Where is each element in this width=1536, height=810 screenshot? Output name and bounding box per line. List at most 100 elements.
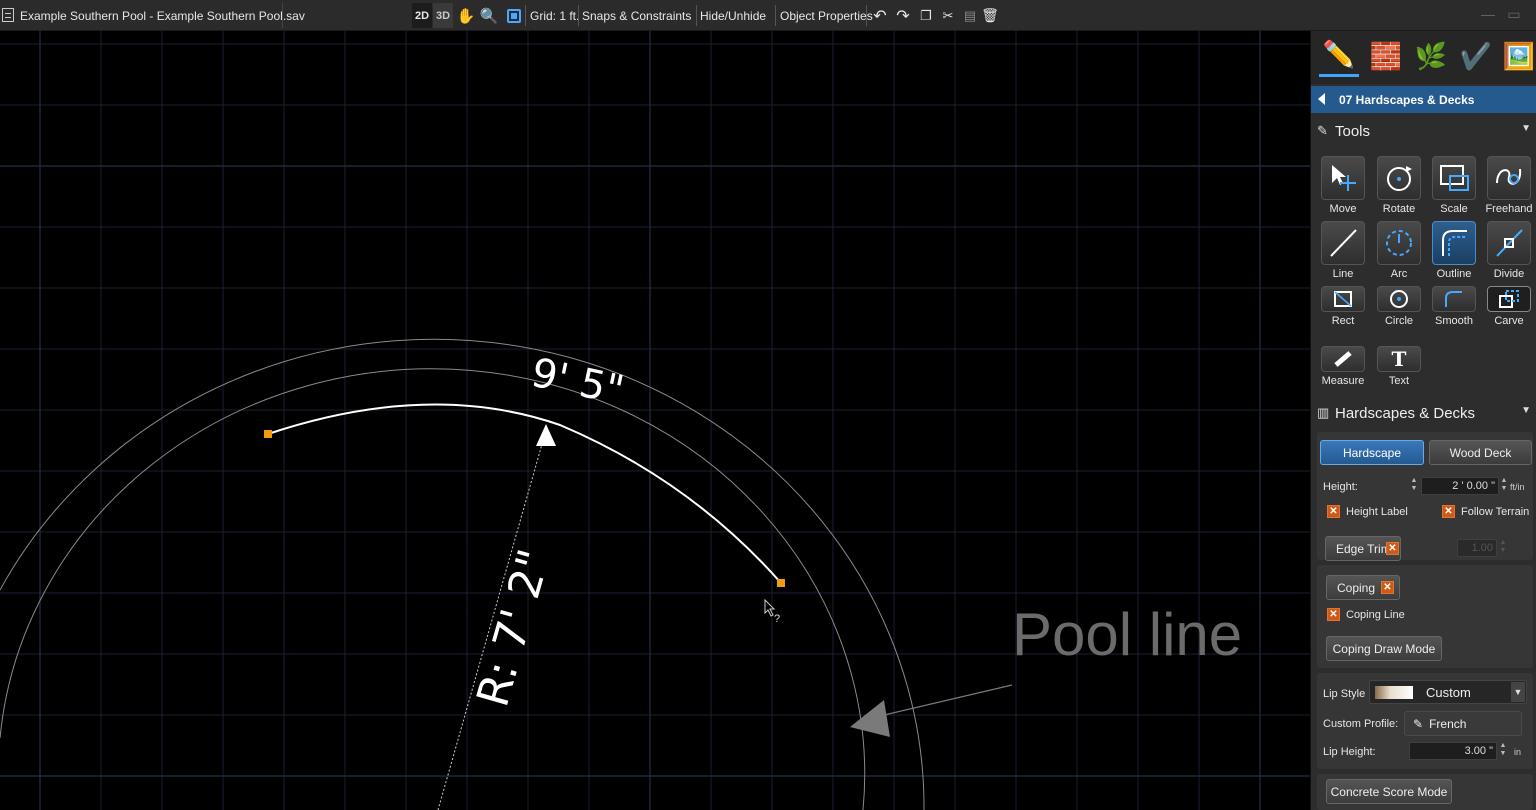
paste-icon[interactable]: ▤	[960, 3, 980, 28]
follow-terrain-text: Follow Terrain	[1461, 506, 1530, 518]
grid-button[interactable]: Grid: 1 ft.	[530, 3, 579, 28]
document-icon	[2, 8, 14, 22]
section-title: 07 Hardscapes & Decks	[1339, 93, 1475, 107]
chevron-down-icon[interactable]: ▼	[1521, 405, 1531, 416]
tool-measure[interactable]: Measure	[1311, 346, 1367, 406]
measure-icon	[1334, 351, 1352, 367]
coping-settings: Coping ✕ ✕ Coping Line Coping Draw Mode	[1317, 565, 1533, 668]
lip-style-value: Custom	[1426, 685, 1471, 700]
tool-circle[interactable]: Circle	[1367, 286, 1423, 346]
lip-style-swatch	[1375, 686, 1413, 699]
chevron-down-icon[interactable]: ▼	[1511, 682, 1525, 702]
concrete-settings: Concrete Score Mode	[1317, 774, 1533, 810]
minimize-icon[interactable]: —	[1478, 6, 1498, 24]
drawing-canvas[interactable]: 9' 5" R: 7' 2" Pool line ?	[0, 31, 1310, 810]
tool-label: Rect	[1331, 315, 1355, 327]
hardscape-settings: Hardscape Wood Deck Height: ▲ ▼ 2 ' 0.00 …	[1317, 432, 1533, 561]
snaps-constraints-button[interactable]: Snaps & Constraints	[582, 3, 691, 28]
divider	[282, 3, 283, 28]
tools-icon: ✎	[1317, 123, 1328, 138]
copy-icon[interactable]: ❐	[916, 3, 936, 28]
image-icon[interactable]: 🖼️	[1499, 35, 1536, 77]
tool-move[interactable]: Move	[1311, 156, 1367, 216]
inner-guide-circle	[0, 368, 866, 810]
redo-icon[interactable]: ↷	[893, 3, 913, 28]
pan-hand-icon[interactable]: ✋	[456, 3, 476, 28]
hardscapes-title: Hardscapes & Decks	[1335, 405, 1476, 422]
arc-handle-start[interactable]	[264, 430, 272, 438]
smooth-icon	[1445, 291, 1462, 307]
concrete-score-mode-button[interactable]: Concrete Score Mode	[1326, 779, 1452, 804]
height-unit: ft/in	[1510, 482, 1525, 492]
object-properties-button[interactable]: Object Properties	[780, 3, 873, 28]
undo-icon[interactable]: ↶	[870, 3, 890, 28]
annotation-arrowhead	[850, 700, 890, 737]
height-spinner-right[interactable]: ▲ ▼	[1499, 477, 1509, 495]
right-panel: ✏️ 🧱 🌿 ✔️ 🖼️ 07 Hardscapes & Decks ✎ Too…	[1310, 31, 1536, 810]
hardscapes-header[interactable]: ▥ Hardscapes & Decks ▼	[1311, 400, 1536, 426]
lip-style-label: Lip Style	[1323, 688, 1366, 700]
divider	[578, 5, 579, 26]
rotate-icon	[1387, 166, 1412, 191]
tool-rotate[interactable]: Rotate	[1367, 156, 1423, 216]
tool-scale[interactable]: Scale	[1422, 156, 1478, 216]
height-spinner[interactable]: ▲ ▼	[1409, 477, 1419, 495]
coping-draw-mode-button[interactable]: Coping Draw Mode	[1326, 636, 1442, 661]
tab-hardscape[interactable]: Hardscape	[1320, 440, 1424, 465]
follow-terrain-checkbox[interactable]: ✕	[1442, 505, 1455, 518]
tool-text[interactable]: T Text	[1367, 346, 1423, 406]
maximize-icon[interactable]: ▭	[1504, 6, 1524, 24]
tool-outline[interactable]: Outline	[1422, 221, 1478, 281]
tool-label: Line	[1332, 268, 1354, 280]
tool-smooth[interactable]: Smooth	[1422, 286, 1478, 346]
plant-icon[interactable]: 🌿	[1411, 35, 1451, 77]
divide-icon	[1496, 229, 1523, 257]
view-3d-button[interactable]: 3D	[433, 3, 453, 28]
circle-icon	[1390, 290, 1408, 308]
tool-divide[interactable]: Divide	[1477, 221, 1533, 281]
mode-bar: ✏️ 🧱 🌿 ✔️ 🖼️	[1311, 31, 1536, 84]
tool-rect[interactable]: Rect	[1311, 286, 1367, 346]
view-2d-button[interactable]: 2D	[412, 3, 432, 28]
carve-icon	[1499, 290, 1519, 308]
cut-icon[interactable]: ✂	[938, 3, 958, 28]
edge-trim-spinner: ▲ ▼	[1499, 539, 1507, 554]
back-arrow-icon[interactable]	[1318, 93, 1325, 105]
checkmark-icon[interactable]: ✔️	[1456, 35, 1496, 77]
lip-height-spinner[interactable]: ▲ ▼	[1498, 742, 1508, 760]
lip-height-field[interactable]: 3.00 "	[1409, 742, 1497, 760]
hide-unhide-button[interactable]: Hide/Unhide	[700, 3, 766, 28]
tool-carve[interactable]: Carve	[1477, 286, 1533, 346]
delete-icon[interactable]: 🗑	[980, 3, 1000, 28]
coping-line-checkbox[interactable]: ✕	[1327, 608, 1340, 621]
tool-freehand[interactable]: Freehand	[1477, 156, 1533, 216]
tool-label: Freehand	[1485, 203, 1533, 215]
paint-icon: ✎	[1413, 716, 1424, 731]
tools-header[interactable]: ✎ Tools ▼	[1311, 118, 1536, 144]
chevron-down-icon[interactable]: ▼	[1521, 123, 1531, 134]
zoom-fit-icon[interactable]	[503, 3, 525, 28]
custom-profile-button[interactable]: ✎ French	[1404, 711, 1522, 736]
pencil-icon[interactable]: ✏️	[1319, 35, 1359, 77]
tool-arc[interactable]: Arc	[1367, 221, 1423, 281]
tab-wood-deck[interactable]: Wood Deck	[1429, 440, 1532, 465]
lip-style-select[interactable]: Custom ▼	[1369, 680, 1527, 704]
pool-line-annotation: Pool line	[1012, 601, 1242, 668]
edge-trim-checkbox[interactable]: ✕	[1386, 542, 1399, 555]
annotation-leader	[879, 684, 1013, 717]
height-field[interactable]: 2 ' 0.00 "	[1421, 477, 1499, 495]
tool-label: Carve	[1494, 315, 1524, 327]
scale-icon	[1440, 165, 1469, 191]
divider	[696, 5, 697, 26]
coping-checkbox[interactable]: ✕	[1381, 581, 1394, 594]
arc-handle-end[interactable]	[777, 579, 785, 587]
height-label-checkbox[interactable]: ✕	[1327, 505, 1340, 518]
zoom-icon[interactable]: 🔍	[479, 3, 499, 28]
canvas-drawing[interactable]: 9' 5" R: 7' 2" Pool line ?	[0, 31, 1310, 810]
bricks-icon[interactable]: 🧱	[1366, 35, 1406, 77]
cursor-help-mark: ?	[774, 613, 780, 625]
height-label-check-text: Height Label	[1346, 506, 1408, 518]
tool-line[interactable]: Line	[1311, 221, 1367, 281]
height-label: Height:	[1323, 481, 1358, 493]
section-header[interactable]: 07 Hardscapes & Decks	[1311, 86, 1536, 113]
